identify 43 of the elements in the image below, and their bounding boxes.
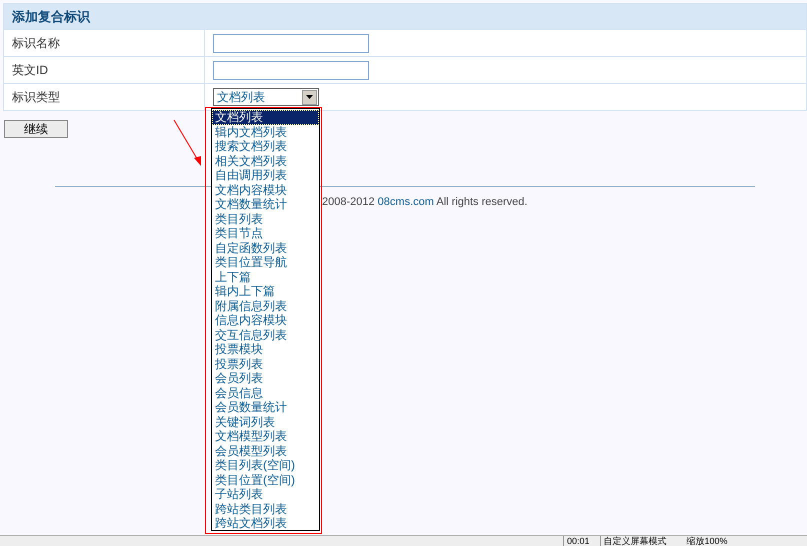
option-item[interactable]: 文档内容模块 <box>212 182 319 197</box>
text-field[interactable] <box>213 34 369 52</box>
form-header: 添加复合标识 <box>4 4 806 29</box>
site-link[interactable]: 08cms.com <box>378 196 434 208</box>
option-item[interactable]: 类目位置导航 <box>212 255 319 270</box>
option-item[interactable]: 文档列表 <box>212 110 319 124</box>
option-item[interactable]: 类目节点 <box>212 226 319 240</box>
status-zoom[interactable]: 缩放100% <box>686 536 728 546</box>
option-item[interactable]: 会员列表 <box>212 371 319 386</box>
option-item[interactable]: 投票模块 <box>212 342 319 356</box>
field-label: 标识名称 <box>12 35 60 52</box>
option-item[interactable]: 辑内文档列表 <box>212 124 319 139</box>
option-item[interactable]: 类目列表(空间) <box>212 458 319 472</box>
option-item[interactable]: 类目列表 <box>212 212 319 226</box>
option-item[interactable]: 辑内上下篇 <box>212 284 319 298</box>
type-select[interactable]: 文档列表 <box>213 88 319 106</box>
option-item[interactable]: 会员信息 <box>212 386 319 400</box>
option-item[interactable]: 文档数量统计 <box>212 197 319 212</box>
text-field[interactable] <box>213 60 369 80</box>
option-item[interactable]: 上下篇 <box>212 270 319 284</box>
option-item[interactable]: 关键词列表 <box>212 414 319 429</box>
option-item[interactable]: 会员模型列表 <box>212 444 319 458</box>
option-item[interactable]: 自定函数列表 <box>212 240 319 255</box>
option-item[interactable]: 跨站文档列表 <box>212 516 319 530</box>
copyright-text: 2008-2012 08cms.com All rights reserved. <box>322 195 528 210</box>
option-item[interactable]: 投票列表 <box>212 356 319 371</box>
option-item[interactable]: 自由调用列表 <box>212 168 319 182</box>
option-item[interactable]: 相关文档列表 <box>212 154 319 168</box>
field-label: 标识类型 <box>12 89 60 106</box>
option-item[interactable]: 子站列表 <box>212 487 319 502</box>
option-item[interactable]: 信息内容模块 <box>212 313 319 328</box>
option-item[interactable]: 会员数量统计 <box>212 400 319 414</box>
field-label: 英文ID <box>12 62 48 79</box>
status-time: 00:01 <box>563 536 590 546</box>
option-item[interactable]: 类目位置(空间) <box>212 472 319 487</box>
option-item[interactable]: 交互信息列表 <box>212 328 319 342</box>
status-mode[interactable]: 自定义屏幕模式 <box>600 536 667 546</box>
option-item[interactable]: 附属信息列表 <box>212 298 319 313</box>
option-item[interactable]: 跨站类目列表 <box>212 502 319 516</box>
option-item[interactable]: 搜索文档列表 <box>212 139 319 154</box>
option-item[interactable]: 文档模型列表 <box>212 429 319 444</box>
continue-button[interactable]: 继续 <box>4 120 68 138</box>
arrow-drawing <box>172 118 204 168</box>
